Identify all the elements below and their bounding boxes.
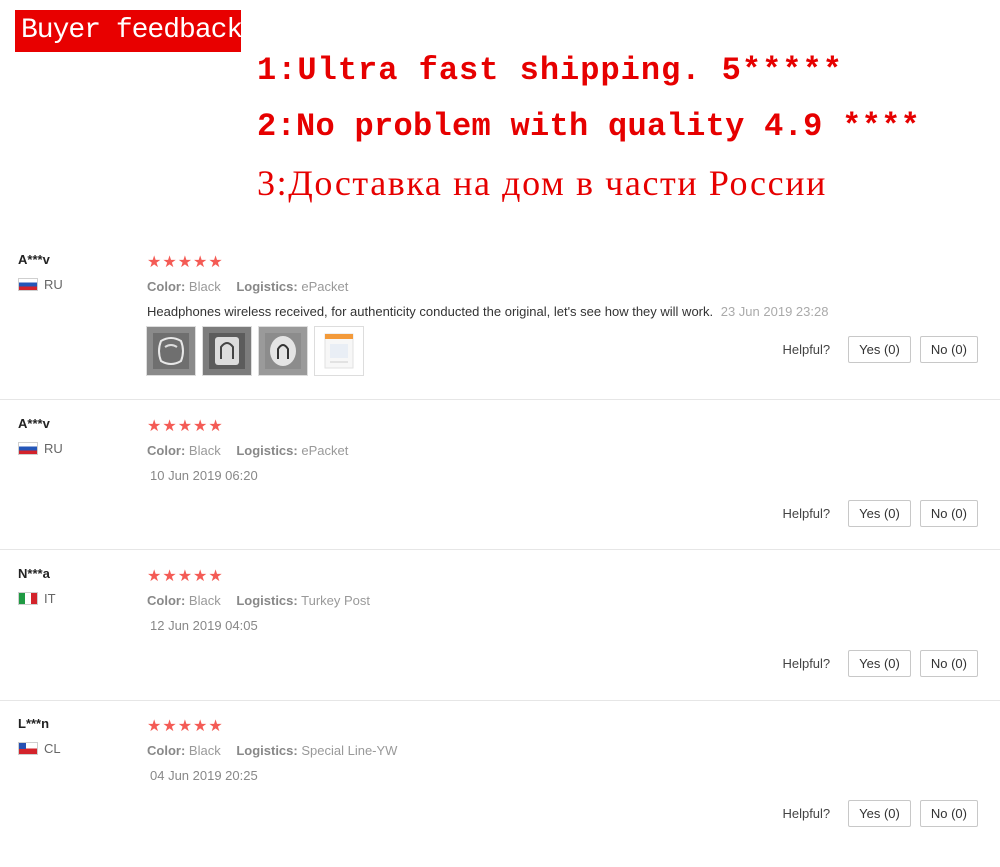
review-item: A***v RU ★★★★★ Color: Black Logistics: e… bbox=[0, 252, 1000, 400]
country-code: RU bbox=[44, 277, 63, 292]
helpful-votes: Helpful? Yes (0) No (0) bbox=[782, 336, 978, 363]
package-photo-icon bbox=[324, 333, 354, 369]
reviewer-country: RU bbox=[18, 277, 63, 292]
logistics-value: Special Line-YW bbox=[301, 743, 398, 758]
italy-flag-icon bbox=[18, 592, 38, 605]
reviewer-name: A***v bbox=[18, 252, 50, 267]
country-code: CL bbox=[44, 741, 61, 756]
buyer-feedback-banner: Buyer feedback: bbox=[15, 10, 259, 52]
order-meta: Color: Black Logistics: ePacket bbox=[147, 443, 348, 458]
earphones-photo-icon bbox=[265, 333, 301, 369]
order-meta: Color: Black Logistics: ePacket bbox=[147, 279, 348, 294]
review-photo-thumbnail[interactable] bbox=[314, 326, 364, 376]
promo-line-3: 3:Доставка на дом в части России bbox=[257, 163, 827, 203]
country-code: IT bbox=[44, 591, 56, 606]
review-photo-thumbnail[interactable] bbox=[202, 326, 252, 376]
review-item: N***a IT ★★★★★ Color: Black Logistics: T… bbox=[0, 566, 1000, 701]
helpful-no-button[interactable]: No (0) bbox=[919, 336, 978, 363]
comment-text: Headphones wireless received, for authen… bbox=[147, 304, 714, 319]
russia-flag-icon bbox=[18, 442, 38, 455]
helpful-label: Helpful? bbox=[782, 506, 831, 521]
color-value: Black bbox=[188, 443, 221, 458]
helpful-votes: Helpful? Yes (0) No (0) bbox=[782, 800, 978, 827]
review-timestamp: 12 Jun 2019 04:05 bbox=[150, 618, 258, 633]
color-label: Color: bbox=[147, 743, 186, 758]
logistics-value: Turkey Post bbox=[301, 593, 370, 608]
reviewer-country: CL bbox=[18, 741, 61, 756]
chile-flag-icon bbox=[18, 742, 38, 755]
helpful-label: Helpful? bbox=[782, 656, 831, 671]
rating-stars: ★★★★★ bbox=[147, 418, 224, 435]
helpful-yes-button[interactable]: Yes (0) bbox=[848, 336, 911, 363]
color-label: Color: bbox=[147, 593, 186, 608]
review-timestamp: 23 Jun 2019 23:28 bbox=[720, 304, 829, 319]
reviewer-country: RU bbox=[18, 441, 63, 456]
color-value: Black bbox=[188, 593, 221, 608]
helpful-yes-button[interactable]: Yes (0) bbox=[848, 650, 911, 677]
review-photos bbox=[146, 326, 370, 376]
rating-stars: ★★★★★ bbox=[147, 568, 224, 585]
order-meta: Color: Black Logistics: Turkey Post bbox=[147, 593, 370, 608]
reviewer-country: IT bbox=[18, 591, 56, 606]
reviewer-name: N***a bbox=[18, 566, 50, 581]
earphones-photo-icon bbox=[153, 333, 189, 369]
helpful-label: Helpful? bbox=[782, 342, 831, 357]
logistics-value: ePacket bbox=[301, 279, 349, 294]
review-photo-thumbnail[interactable] bbox=[146, 326, 196, 376]
logistics-label: Logistics: bbox=[236, 743, 298, 758]
promo-line-1: 1:Ultra fast shipping. 5***** bbox=[257, 52, 843, 89]
review-item: A***v RU ★★★★★ Color: Black Logistics: e… bbox=[0, 416, 1000, 550]
rating-stars: ★★★★★ bbox=[147, 718, 224, 735]
review-timestamp: 04 Jun 2019 20:25 bbox=[150, 768, 258, 783]
helpful-votes: Helpful? Yes (0) No (0) bbox=[782, 500, 978, 527]
helpful-no-button[interactable]: No (0) bbox=[919, 500, 978, 527]
logistics-label: Logistics: bbox=[236, 593, 298, 608]
logistics-label: Logistics: bbox=[236, 279, 298, 294]
color-value: Black bbox=[188, 743, 221, 758]
logistics-label: Logistics: bbox=[236, 443, 298, 458]
promo-line-2: 2:No problem with quality 4.9 **** bbox=[257, 108, 921, 145]
color-label: Color: bbox=[147, 443, 186, 458]
helpful-no-button[interactable]: No (0) bbox=[919, 800, 978, 827]
rating-stars: ★★★★★ bbox=[147, 254, 224, 271]
helpful-label: Helpful? bbox=[782, 806, 831, 821]
earphones-photo-icon bbox=[209, 333, 245, 369]
helpful-votes: Helpful? Yes (0) No (0) bbox=[782, 650, 978, 677]
reviewer-name: A***v bbox=[18, 416, 50, 431]
color-value: Black bbox=[188, 279, 221, 294]
reviewer-name: L***n bbox=[18, 716, 50, 731]
logistics-value: ePacket bbox=[301, 443, 349, 458]
review-comment: Headphones wireless received, for authen… bbox=[147, 304, 828, 319]
helpful-no-button[interactable]: No (0) bbox=[919, 650, 978, 677]
russia-flag-icon bbox=[18, 278, 38, 291]
helpful-yes-button[interactable]: Yes (0) bbox=[848, 800, 911, 827]
review-item: L***n CL ★★★★★ Color: Black Logistics: S… bbox=[0, 716, 1000, 866]
color-label: Color: bbox=[147, 279, 186, 294]
helpful-yes-button[interactable]: Yes (0) bbox=[848, 500, 911, 527]
country-code: RU bbox=[44, 441, 63, 456]
review-timestamp: 10 Jun 2019 06:20 bbox=[150, 468, 258, 483]
review-photo-thumbnail[interactable] bbox=[258, 326, 308, 376]
order-meta: Color: Black Logistics: Special Line-YW bbox=[147, 743, 397, 758]
